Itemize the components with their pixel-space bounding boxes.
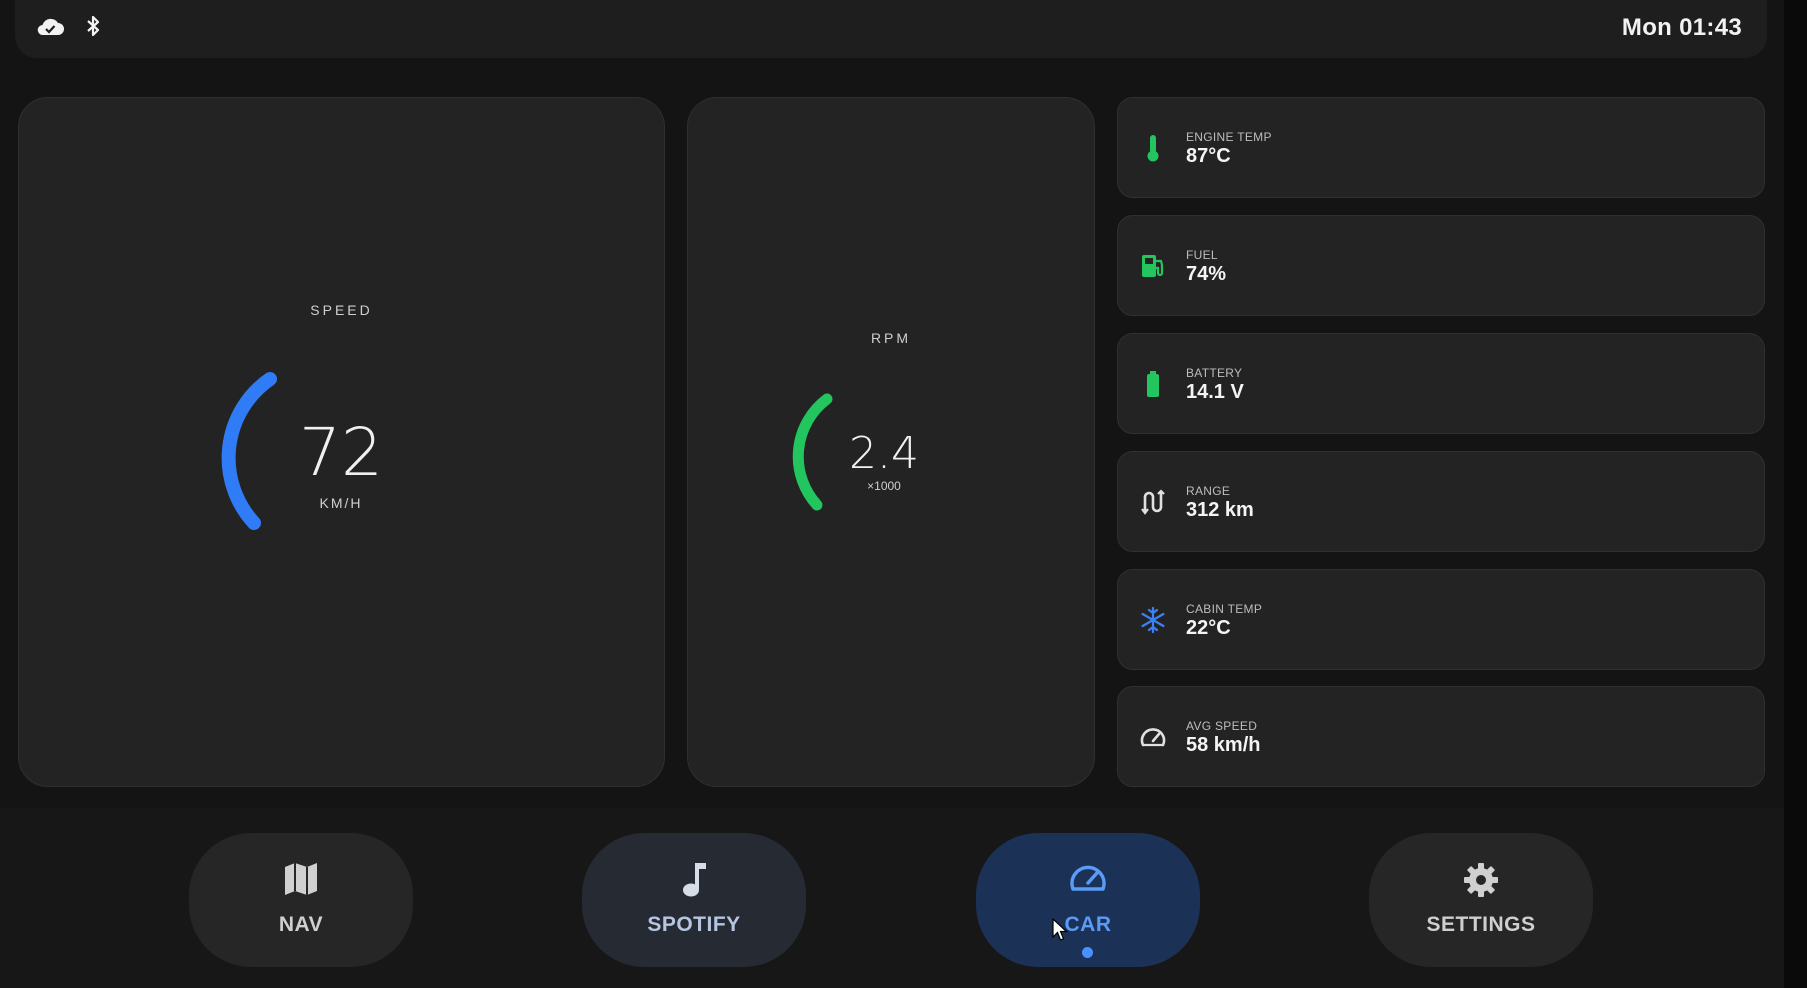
tile-label: BATTERY	[1186, 366, 1243, 380]
tile-value: 74%	[1186, 263, 1227, 285]
rpm-unit: ×1000	[867, 479, 901, 493]
tile-value: 22°C	[1186, 617, 1231, 639]
rpm-gauge-card: RPM 2.4 ×1000	[687, 97, 1095, 787]
nav-button-car[interactable]: CAR	[976, 833, 1200, 967]
speed-gauge-title: SPEED	[310, 302, 373, 318]
tile-value: 312 km	[1186, 499, 1254, 521]
active-indicator-dot	[1082, 947, 1093, 958]
nav-button-settings[interactable]: SETTINGS	[1369, 833, 1593, 967]
nav-label: SETTINGS	[1426, 913, 1536, 936]
battery-icon	[1138, 368, 1168, 400]
clock: Mon 01:43	[1621, 14, 1742, 41]
tile-label: AVG SPEED	[1186, 719, 1258, 733]
speedometer-icon	[1138, 721, 1168, 753]
bottom-nav-bar: NAV SPOTIFY CAR SETTINGS	[0, 808, 1784, 988]
nav-button-nav[interactable]: NAV	[189, 833, 413, 967]
speed-unit: KM/H	[319, 495, 363, 511]
rpm-value: 2.4	[849, 428, 919, 479]
tile-avg-speed[interactable]: AVG SPEED 58 km/h	[1117, 686, 1765, 787]
speed-gauge-card: SPEED 72 KM/H	[18, 97, 665, 787]
tile-fuel[interactable]: FUEL 74%	[1117, 215, 1765, 316]
cloud-done-icon	[35, 15, 65, 37]
snowflake-icon	[1138, 604, 1168, 636]
screen-edge	[1784, 0, 1807, 988]
tile-value: 58 km/h	[1186, 734, 1261, 756]
thermometer-icon	[1138, 132, 1168, 164]
tile-label: FUEL	[1186, 248, 1218, 262]
speedometer-icon	[976, 861, 1200, 901]
tile-engine-temp[interactable]: ENGINE TEMP 87°C	[1117, 97, 1765, 198]
status-bar: Mon 01:43	[15, 0, 1767, 58]
bluetooth-icon	[85, 14, 101, 38]
car-dashboard-screen: Mon 01:43 SPEED 72 KM/H RPM 2.4 ×1000 EN…	[0, 0, 1807, 988]
speed-value: 72	[299, 414, 383, 491]
nav-button-spotify[interactable]: SPOTIFY	[582, 833, 806, 967]
tile-value: 14.1 V	[1186, 381, 1244, 403]
rpm-gauge-title: RPM	[870, 330, 912, 346]
tile-range[interactable]: RANGE 312 km	[1117, 451, 1765, 552]
mouse-cursor-icon	[1052, 918, 1068, 941]
nav-label: CAR	[1064, 913, 1112, 936]
fuel-pump-icon	[1138, 250, 1168, 282]
music-note-icon	[582, 861, 806, 901]
tile-value: 87°C	[1186, 145, 1231, 167]
nav-label: NAV	[278, 913, 324, 936]
map-icon	[189, 861, 413, 901]
nav-label: SPOTIFY	[647, 913, 741, 936]
tile-label: RANGE	[1186, 484, 1231, 498]
tile-cabin-temp[interactable]: CABIN TEMP 22°C	[1117, 569, 1765, 670]
tile-label: CABIN TEMP	[1186, 602, 1263, 616]
gear-icon	[1369, 861, 1593, 901]
tile-label: ENGINE TEMP	[1186, 130, 1272, 144]
route-icon	[1138, 486, 1168, 518]
tile-battery[interactable]: BATTERY 14.1 V	[1117, 333, 1765, 434]
